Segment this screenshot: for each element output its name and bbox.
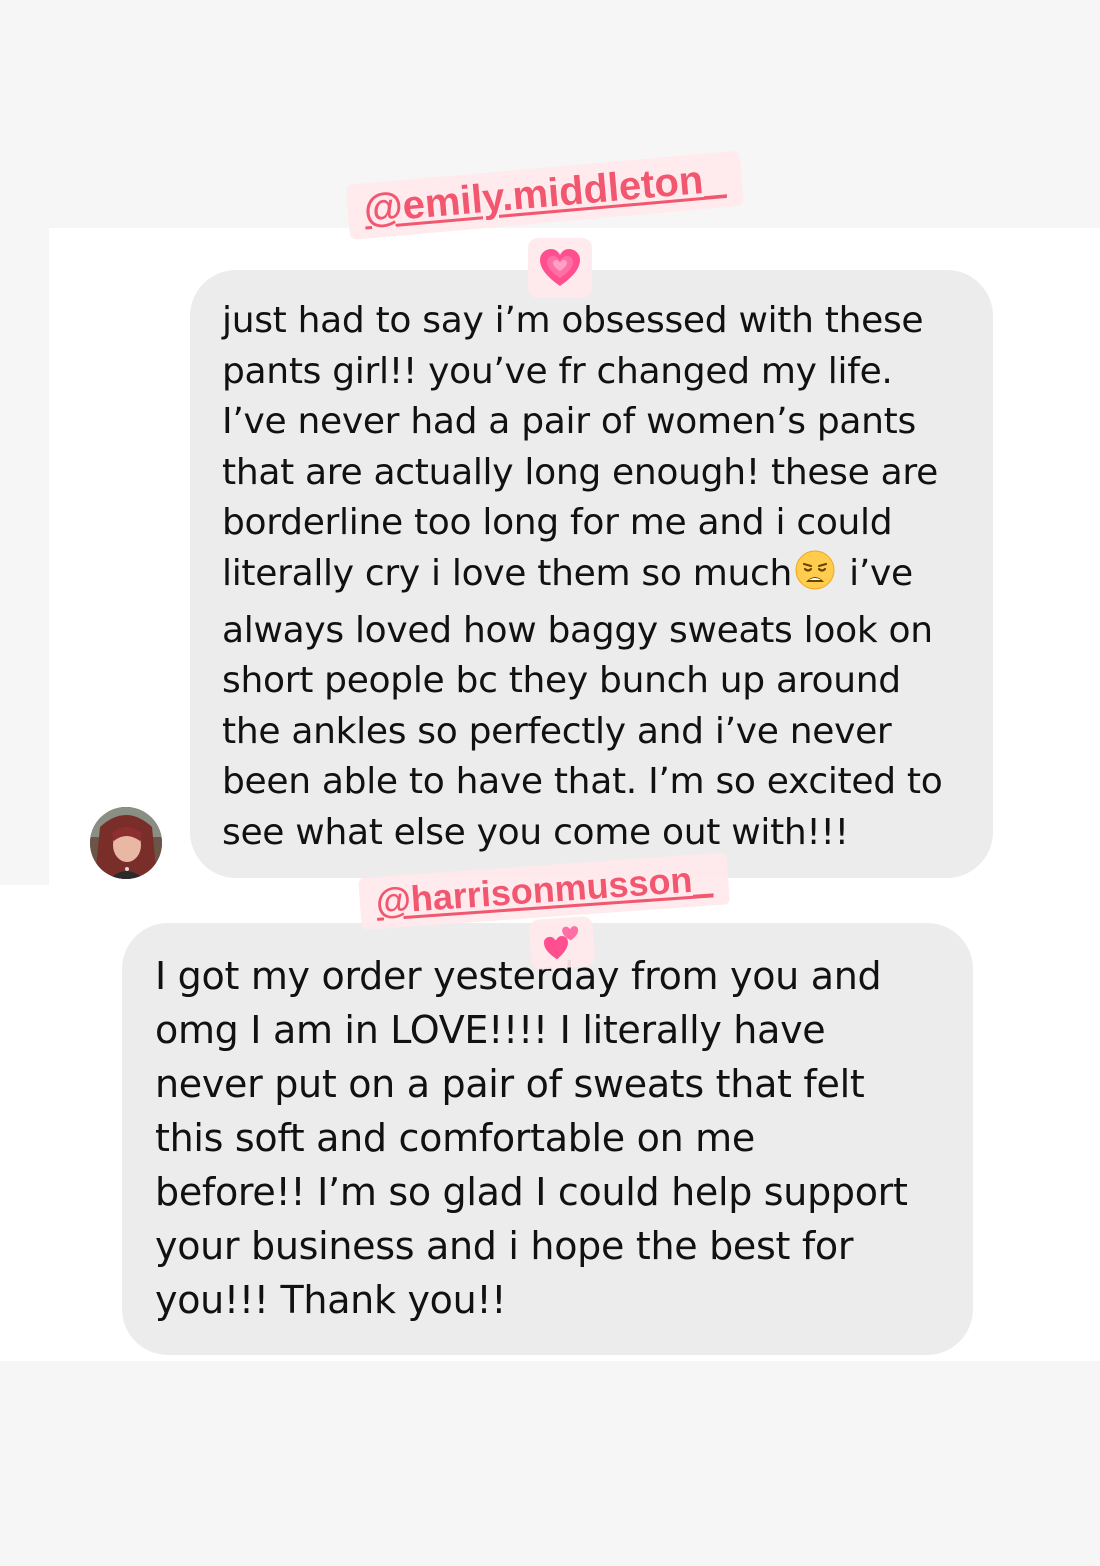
two-hearts-icon — [543, 926, 579, 960]
avatar-image — [90, 807, 162, 879]
message-bubble-2: I got my order yesterday from you and om… — [122, 923, 973, 1355]
weary-face-icon — [794, 549, 836, 606]
message-bubble-1: just had to say i’m obsessed with these … — [190, 270, 993, 878]
username-tag-1[interactable]: @emily.middleton_ — [345, 150, 744, 240]
message-text-1: just had to say i’m obsessed with these … — [222, 296, 973, 859]
message-text-3: I got my order yesterday from you and om… — [155, 954, 908, 1322]
two-hearts-sticker — [528, 915, 596, 971]
growing-heart-sticker — [528, 238, 592, 298]
growing-heart-icon — [540, 249, 580, 286]
avatar[interactable] — [90, 807, 162, 879]
